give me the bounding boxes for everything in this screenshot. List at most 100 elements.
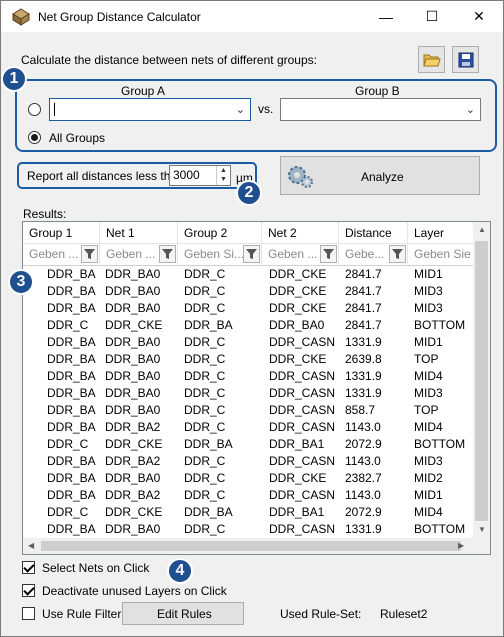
cell-group-1: DDR_BA (47, 420, 96, 434)
cell-layer: BOTTOM (414, 318, 466, 332)
filter-funnel-icon[interactable] (389, 245, 406, 263)
ruleset-label: Used Rule-Set: (280, 607, 362, 621)
table-viewport: Group 1 Geben ... Net 1 Geben ... Group 2 Geb… (23, 222, 474, 540)
cell-group-2: DDR_C (184, 403, 226, 417)
filter-funnel-icon[interactable] (320, 245, 337, 263)
open-button[interactable] (418, 46, 445, 73)
close-button[interactable]: ✕ (456, 1, 502, 32)
filter-input-layer[interactable]: Geben Sie T (408, 244, 474, 266)
minimize-icon: — (379, 8, 393, 25)
scroll-right-icon[interactable]: ▶ (458, 541, 464, 550)
cell-distance: 2841.7 (345, 301, 382, 315)
filter-input-net-1[interactable]: Geben ... (100, 244, 178, 266)
column-header-group-2[interactable]: Group 2 (178, 222, 262, 244)
cell-distance: 1143.0 (345, 488, 381, 502)
results-table[interactable]: Group 1 Geben ... Net 1 Geben ... Group 2 Geb… (22, 221, 491, 555)
column-header-net-1[interactable]: Net 1 (100, 222, 178, 244)
horizontal-scrollbar[interactable]: ◀ ▶ (23, 538, 490, 554)
table-row[interactable]: DDR_BA DDR_BA0 DDR_C DDR_CASN 1331.9 MID3 (23, 385, 474, 402)
edit-rules-button[interactable]: Edit Rules (122, 602, 244, 625)
cell-group-1: DDR_C (47, 318, 89, 332)
vs-label: vs. (258, 102, 274, 116)
scroll-left-icon[interactable]: ◀ (28, 541, 34, 550)
scroll-up-icon[interactable]: ▲ (478, 225, 486, 234)
cell-distance: 1331.9 (345, 522, 382, 536)
table-row[interactable]: DDR_BA DDR_BA0 DDR_C DDR_CASN 1331.9 BOTTOM (23, 521, 474, 538)
filter-funnel-icon[interactable] (159, 245, 176, 263)
group-b-label: Group B (355, 84, 400, 98)
filter-input-net-2[interactable]: Geben ... (262, 244, 339, 266)
filter-funnel-icon[interactable] (81, 245, 98, 263)
cell-layer: MID3 (414, 454, 443, 468)
rule-filter-label[interactable]: Use Rule Filter (42, 607, 121, 621)
table-row[interactable]: DDR_C DDR_CKE DDR_BA DDR_BA1 2072.9 MID4 (23, 504, 474, 521)
cell-net-1: DDR_BA0 (105, 352, 161, 366)
callout-badge-3: 3 (8, 269, 34, 295)
distance-spinbox[interactable]: 3000 ▲ ▼ (169, 165, 231, 186)
table-row[interactable]: DDR_BA DDR_BA0 DDR_C DDR_CKE 2841.7 MID3 (23, 300, 474, 317)
spin-down-icon[interactable]: ▼ (217, 175, 230, 184)
table-row[interactable]: DDR_C DDR_CKE DDR_BA DDR_BA0 2841.7 BOTTOM (23, 317, 474, 334)
filter-funnel-icon[interactable] (243, 245, 260, 263)
column-header-layer[interactable]: Layer (408, 222, 474, 244)
cell-group-2: DDR_C (184, 471, 226, 485)
filter-input-distance[interactable]: Gebe... (339, 244, 408, 266)
chevron-down-icon[interactable]: ⌄ (466, 103, 475, 116)
spin-buttons[interactable]: ▲ ▼ (216, 166, 230, 185)
analyze-button[interactable]: Analyze (280, 156, 480, 195)
group-b-combobox[interactable]: ⌄ (280, 98, 481, 121)
chevron-down-icon[interactable]: ⌄ (236, 103, 245, 116)
table-row[interactable]: DDR_BA DDR_BA2 DDR_C DDR_CASN 1143.0 MID4 (23, 419, 474, 436)
cell-group-2: DDR_C (184, 454, 226, 468)
cell-group-2: DDR_C (184, 488, 226, 502)
minimize-button[interactable]: — (363, 1, 409, 32)
cell-net-1: DDR_BA0 (105, 386, 161, 400)
cell-net-1: DDR_BA0 (105, 301, 161, 315)
deactivate-layers-label[interactable]: Deactivate unused Layers on Click (42, 584, 227, 598)
column-header-distance[interactable]: Distance (339, 222, 408, 244)
cell-layer: MID4 (414, 505, 443, 519)
cell-net-1: DDR_BA0 (105, 369, 161, 383)
cell-net-1: DDR_BA2 (105, 454, 161, 468)
specific-groups-radio[interactable] (28, 103, 41, 116)
deactivate-layers-checkbox[interactable] (22, 584, 35, 597)
filter-input-group-2[interactable]: Geben Si... (178, 244, 262, 266)
group-a-combobox[interactable]: ⌄ (49, 98, 251, 121)
column-header-group-1[interactable]: Group 1 (23, 222, 100, 244)
cell-net-1: DDR_BA0 (105, 335, 161, 349)
table-row[interactable]: DDR_BA DDR_BA0 DDR_C DDR_CASN 1331.9 MID1 (23, 334, 474, 351)
rule-filter-checkbox[interactable] (22, 607, 35, 620)
scroll-down-icon[interactable]: ▼ (478, 525, 486, 534)
maximize-button[interactable]: ☐ (409, 1, 455, 32)
cell-group-1: DDR_BA (47, 335, 96, 349)
table-row[interactable]: DDR_BA DDR_BA0 DDR_C DDR_CKE 2841.7 MID3 (23, 283, 474, 300)
horizontal-scroll-thumb[interactable] (41, 541, 461, 551)
table-row[interactable]: DDR_BA DDR_BA0 DDR_C DDR_CASN 858.7 TOP (23, 402, 474, 419)
save-button[interactable] (452, 46, 479, 73)
vertical-scroll-thumb[interactable] (475, 241, 488, 521)
select-nets-checkbox[interactable] (22, 561, 35, 574)
select-nets-label[interactable]: Select Nets on Click (42, 561, 149, 575)
spin-up-icon[interactable]: ▲ (217, 166, 230, 175)
cell-group-1: DDR_BA (47, 454, 96, 468)
cell-net-2: DDR_CKE (269, 471, 327, 485)
filter-placeholder: Geben ... (106, 247, 156, 261)
table-row[interactable]: DDR_BA DDR_BA2 DDR_C DDR_CASN 1143.0 MID1 (23, 487, 474, 504)
all-groups-radio[interactable] (28, 131, 41, 144)
cell-layer: BOTTOM (414, 522, 466, 536)
description-text: Calculate the distance between nets of d… (21, 53, 317, 67)
column-header-net-2[interactable]: Net 2 (262, 222, 339, 244)
table-row[interactable]: DDR_BA DDR_BA0 DDR_C DDR_CASN 1331.9 MID4 (23, 368, 474, 385)
table-row[interactable]: DDR_BA DDR_BA0 DDR_C DDR_CKE 2639.8 TOP (23, 351, 474, 368)
table-row[interactable]: DDR_C DDR_CKE DDR_BA DDR_BA1 2072.9 BOTTOM (23, 436, 474, 453)
cell-group-2: DDR_BA (184, 505, 233, 519)
vertical-scrollbar[interactable]: ▲ ▼ (473, 222, 490, 538)
cell-group-1: DDR_BA (47, 403, 96, 417)
table-row[interactable]: DDR_BA DDR_BA2 DDR_C DDR_CASN 1143.0 MID3 (23, 453, 474, 470)
table-row[interactable]: DDR_BA DDR_BA0 DDR_C DDR_CKE 2841.7 MID1 (23, 266, 474, 283)
table-row[interactable]: DDR_BA DDR_BA0 DDR_C DDR_CKE 2382.7 MID2 (23, 470, 474, 487)
all-groups-label[interactable]: All Groups (49, 131, 105, 145)
cell-distance: 2841.7 (345, 284, 382, 298)
cell-layer: TOP (414, 352, 439, 366)
filter-input-group-1[interactable]: Geben ... (23, 244, 100, 266)
